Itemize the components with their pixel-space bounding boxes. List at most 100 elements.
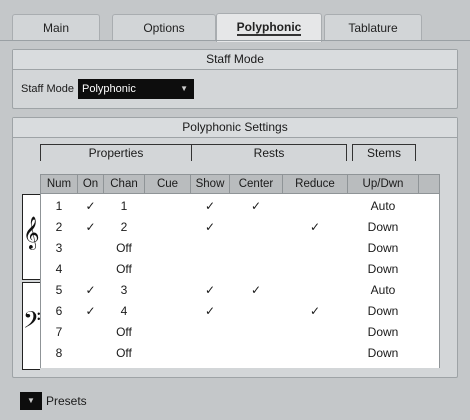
table-row: 7 Off Down (41, 322, 439, 343)
cell-num: 6 (55, 304, 63, 318)
cell-show[interactable]: ✓ (191, 301, 229, 322)
col-num: Num (41, 175, 78, 193)
cell-show[interactable] (191, 259, 229, 280)
cell-reduce[interactable] (283, 259, 347, 280)
cell-up-dwn[interactable]: Auto (348, 280, 418, 301)
col-up-dwn: Up/Dwn (348, 175, 419, 193)
cell-cue[interactable] (145, 259, 190, 280)
cell-show[interactable] (191, 343, 229, 364)
cell-show[interactable]: ✓ (191, 196, 229, 217)
col-show: Show (191, 175, 230, 193)
cell-center[interactable] (230, 343, 282, 364)
cell-up-dwn[interactable]: Down (348, 217, 418, 238)
tab-tablature[interactable]: Tablature (324, 14, 422, 41)
treble-staff-bracket: 𝄞 (22, 194, 40, 280)
staff-mode-dropdown[interactable]: Polyphonic ▼ (78, 79, 194, 99)
cell-up-dwn[interactable]: Down (348, 322, 418, 343)
table-row: 1 ✓ 1 ✓ ✓ Auto (41, 196, 439, 217)
cell-num: 4 (55, 262, 63, 276)
cell-reduce[interactable] (283, 343, 347, 364)
table-row: 5 ✓ 3 ✓ ✓ Auto (41, 280, 439, 301)
cell-show[interactable]: ✓ (191, 280, 229, 301)
group-rests: Rests (191, 144, 347, 161)
cell-on[interactable] (78, 322, 103, 343)
cell-cue[interactable] (145, 196, 190, 217)
tab-tablature-label: Tablature (348, 21, 398, 35)
voice-table: 1 ✓ 1 ✓ ✓ Auto 2 ✓ 2 ✓ ✓ Down 3 Off Down 4 Off Down 5 ✓ 3 ✓ ✓ A… (40, 194, 440, 368)
cell-cue[interactable] (145, 217, 190, 238)
cell-up-dwn[interactable]: Down (348, 301, 418, 322)
cell-center[interactable] (230, 238, 282, 259)
cell-chan[interactable]: 2 (104, 217, 144, 238)
cell-reduce[interactable] (283, 238, 347, 259)
cell-cue[interactable] (145, 301, 190, 322)
cell-on[interactable]: ✓ (78, 196, 103, 217)
cell-reduce[interactable]: ✓ (283, 217, 347, 238)
cell-show[interactable] (191, 238, 229, 259)
col-center: Center (230, 175, 283, 193)
cell-center[interactable] (230, 322, 282, 343)
staff-mode-row: Staff Mode Polyphonic ▼ (21, 79, 194, 99)
cell-chan[interactable]: 4 (104, 301, 144, 322)
tab-polyphonic[interactable]: Polyphonic (216, 13, 322, 42)
tab-main-label: Main (42, 21, 69, 35)
cell-on[interactable] (78, 343, 103, 364)
col-cue: Cue (145, 175, 191, 193)
cell-up-dwn[interactable]: Down (348, 238, 418, 259)
cell-reduce[interactable] (283, 322, 347, 343)
tab-divider (0, 40, 470, 41)
table-row: 8 Off Down (41, 343, 439, 364)
cell-center[interactable] (230, 217, 282, 238)
cell-chan[interactable]: Off (104, 322, 144, 343)
cell-chan[interactable]: Off (104, 259, 144, 280)
cell-chan[interactable]: 3 (104, 280, 144, 301)
treble-clef-icon: 𝄞 (23, 217, 40, 248)
bass-clef-icon: 𝄢 (23, 307, 42, 338)
cell-up-dwn[interactable]: Auto (348, 196, 418, 217)
cell-center[interactable] (230, 259, 282, 280)
polyphonic-settings-title: Polyphonic Settings (13, 118, 457, 138)
cell-cue[interactable] (145, 238, 190, 259)
cell-num: 1 (55, 199, 63, 213)
cell-reduce[interactable] (283, 196, 347, 217)
staff-mode-label: Staff Mode (21, 83, 74, 95)
table-row: 3 Off Down (41, 238, 439, 259)
cell-cue[interactable] (145, 322, 190, 343)
cell-on[interactable]: ✓ (78, 280, 103, 301)
col-chan: Chan (104, 175, 145, 193)
cell-center[interactable] (230, 301, 282, 322)
tab-options[interactable]: Options (112, 14, 216, 41)
cell-on[interactable] (78, 259, 103, 280)
cell-chan[interactable]: 1 (104, 196, 144, 217)
cell-on[interactable] (78, 238, 103, 259)
cell-up-dwn[interactable]: Down (348, 343, 418, 364)
cell-show[interactable]: ✓ (191, 217, 229, 238)
presets-label: Presets (46, 394, 87, 408)
cell-reduce[interactable] (283, 280, 347, 301)
table-row: 6 ✓ 4 ✓ ✓ Down (41, 301, 439, 322)
group-stems: Stems (352, 144, 416, 161)
cell-on[interactable]: ✓ (78, 217, 103, 238)
cell-chan[interactable]: Off (104, 343, 144, 364)
cell-num: 3 (55, 241, 63, 255)
cell-on[interactable]: ✓ (78, 301, 103, 322)
presets-dropdown-button[interactable]: ▼ (20, 392, 42, 410)
cell-show[interactable] (191, 322, 229, 343)
table-row: 4 Off Down (41, 259, 439, 280)
cell-center[interactable]: ✓ (230, 196, 282, 217)
cell-cue[interactable] (145, 280, 190, 301)
table-header: Num On Chan Cue Show Center Reduce Up/Dw… (40, 174, 440, 194)
tab-polyphonic-label: Polyphonic (236, 20, 302, 36)
cell-reduce[interactable]: ✓ (283, 301, 347, 322)
cell-chan[interactable]: Off (104, 238, 144, 259)
cell-num: 8 (55, 346, 63, 360)
cell-cue[interactable] (145, 343, 190, 364)
dropdown-arrow-icon: ▼ (27, 396, 35, 405)
table-row: 2 ✓ 2 ✓ ✓ Down (41, 217, 439, 238)
tab-main[interactable]: Main (12, 14, 100, 41)
staff-mode-section-title: Staff Mode (13, 50, 457, 70)
tab-options-label: Options (143, 21, 185, 35)
cell-up-dwn[interactable]: Down (348, 259, 418, 280)
bass-staff-bracket: 𝄢 (22, 282, 42, 370)
cell-center[interactable]: ✓ (230, 280, 282, 301)
